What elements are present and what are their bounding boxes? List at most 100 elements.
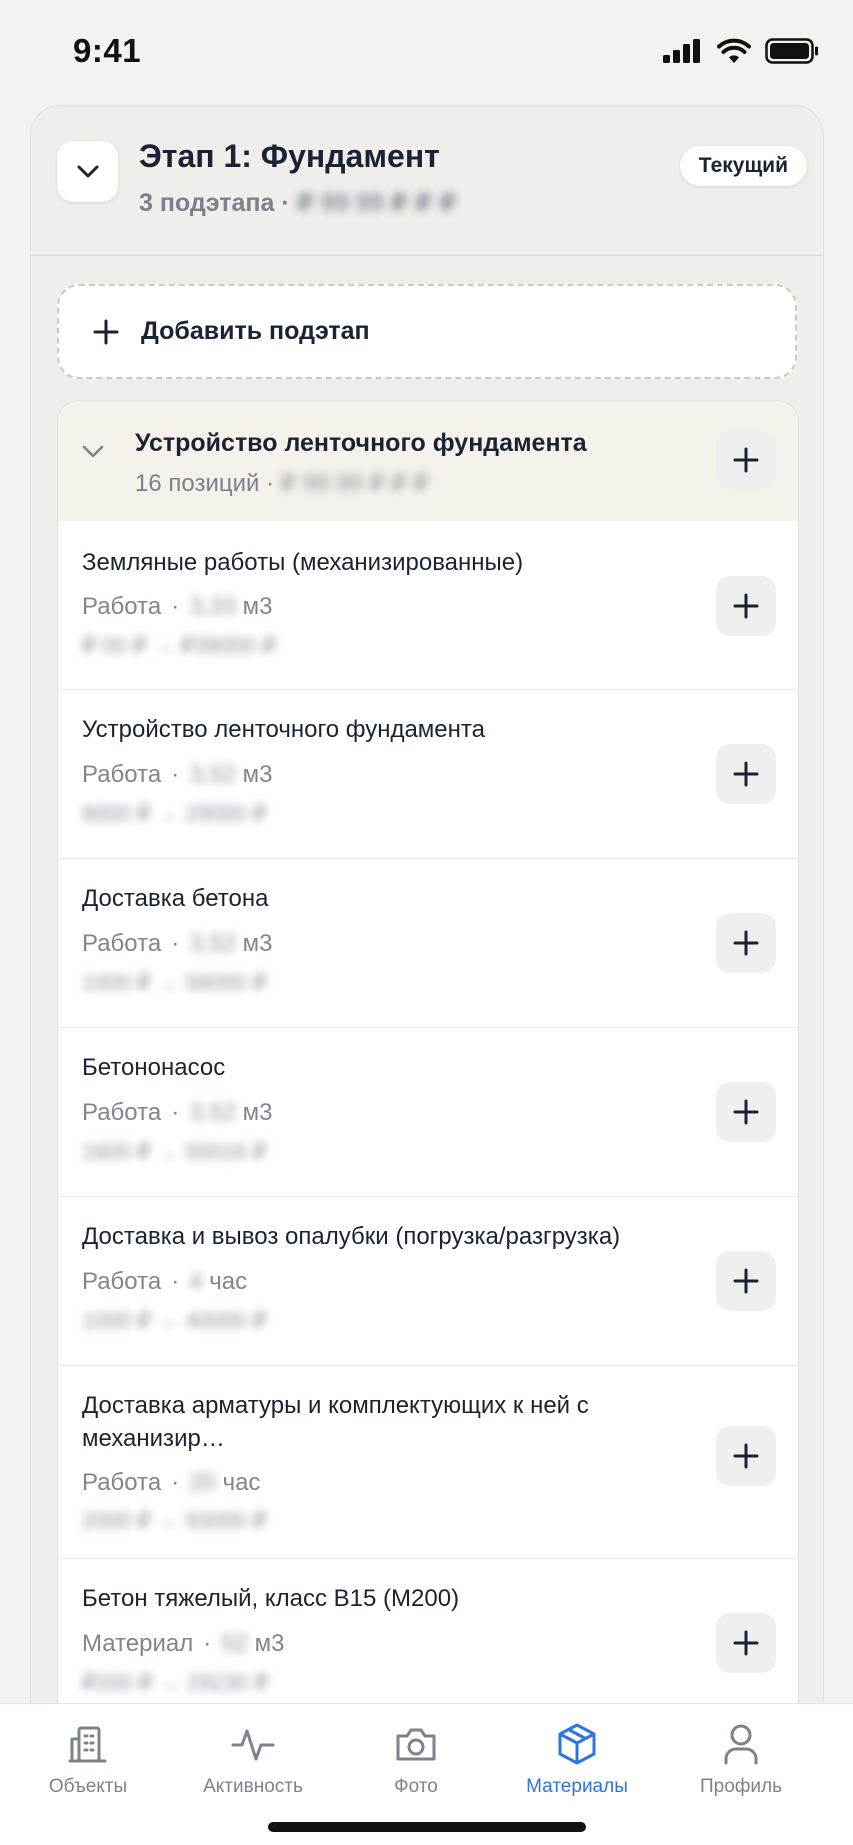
item-price: ₽ 00 ₽ → ₽38000 ₽ — [82, 633, 277, 658]
user-icon — [724, 1724, 758, 1765]
stage-substage-count: 3 подэтапа · — [139, 189, 290, 217]
tab-profile[interactable]: Профиль — [666, 1722, 816, 1798]
item-add-button[interactable] — [716, 1082, 776, 1142]
stage-title: Этап 1: Фундамент — [139, 138, 440, 174]
plus-icon — [93, 319, 119, 345]
substage-item-count: 16 позиций · — [135, 470, 275, 497]
item-name: Доставка арматуры и комплектующих к ней … — [82, 1392, 589, 1452]
item-type: Работа — [82, 930, 162, 957]
item-add-button[interactable] — [716, 1251, 776, 1311]
cellular-signal-icon — [663, 39, 700, 63]
item-meta: Работа · 4 час — [82, 1268, 248, 1295]
status-icons — [663, 38, 819, 64]
item-qty: 3,52 — [189, 930, 236, 957]
box-icon — [558, 1723, 596, 1765]
item-meta: Работа · 3,52 м3 — [82, 930, 273, 957]
wifi-icon — [717, 38, 751, 63]
plus-icon — [733, 1443, 759, 1469]
item-add-button[interactable] — [716, 576, 776, 636]
plus-icon — [733, 1099, 759, 1125]
item-price: 2000 ₽ → 93000 ₽ — [82, 1508, 267, 1533]
item-meta: Работа · 3,52 м3 — [82, 1099, 273, 1126]
item-unit: м3 — [254, 1630, 285, 1657]
item-add-button[interactable] — [716, 1613, 776, 1673]
plus-icon — [733, 761, 759, 787]
item-type: Работа — [82, 1099, 162, 1126]
item-name: Земляные работы (механизированные) — [82, 549, 524, 576]
item-add-button[interactable] — [716, 744, 776, 804]
item-name: Доставка бетона — [82, 885, 269, 912]
tab-materials[interactable]: Материалы — [502, 1722, 652, 1798]
list-item[interactable]: Доставка арматуры и комплектующих к ней … — [58, 1366, 798, 1559]
plus-icon — [733, 1630, 759, 1656]
list-item[interactable]: Земляные работы (механизированные) Работ… — [58, 521, 798, 690]
tab-label: Материалы — [526, 1776, 628, 1797]
stage-card: Этап 1: Фундамент 3 подэтапа · ₽ 99 99 ₽… — [30, 105, 824, 1827]
tab-label: Объекты — [48, 1776, 128, 1797]
list-item[interactable]: Бетононасос Работа · 3,52 м3 1600 ₽ → 5001… — [58, 1028, 798, 1197]
substage-add-item-button[interactable] — [716, 430, 776, 490]
tab-photo[interactable]: Фото — [341, 1722, 491, 1798]
status-bar: 9:41 — [0, 0, 853, 104]
item-qty: 3,52 — [189, 761, 236, 788]
add-substage-button[interactable]: Добавить подэтап — [57, 284, 797, 379]
item-unit: час — [222, 1469, 261, 1496]
item-add-button[interactable] — [716, 913, 776, 973]
item-unit: м3 — [242, 930, 273, 957]
item-meta: Работа · 3,52 м3 — [82, 761, 273, 788]
tab-label: Фото — [394, 1776, 438, 1797]
substage-total-blurred: ₽ 99 99 ₽ ₽ ₽ — [280, 470, 429, 497]
item-price: 1000 ₽ → 58000 ₽ — [82, 970, 267, 995]
item-type: Материал — [82, 1630, 194, 1657]
add-substage-label: Добавить подэтап — [141, 317, 370, 345]
tab-label: Активность — [203, 1776, 303, 1797]
list-item[interactable]: Устройство ленточного фундамента Работа ·… — [58, 690, 798, 859]
buildings-icon — [68, 1726, 107, 1763]
item-meta: Работа · 3,33 м3 — [82, 593, 273, 620]
item-qty: 3,33 — [189, 593, 236, 620]
stage-collapse-button[interactable] — [57, 141, 118, 202]
item-price: 1000 ₽ → 40000 ₽ — [82, 1308, 267, 1333]
item-meta: Работа · 20 час — [82, 1469, 261, 1496]
home-indicator — [268, 1822, 586, 1832]
item-unit: час — [209, 1268, 248, 1295]
item-name: Бетононасос — [82, 1054, 226, 1081]
list-item[interactable]: Доставка и вывоз опалубки (погрузка/разг… — [58, 1197, 798, 1366]
item-add-button[interactable] — [716, 1426, 776, 1486]
item-unit: м3 — [242, 593, 273, 620]
tab-activity[interactable]: Активность — [178, 1722, 328, 1798]
activity-icon — [231, 1729, 275, 1761]
tab-label: Профиль — [699, 1776, 783, 1797]
item-qty: 20 — [189, 1469, 216, 1496]
item-qty: 52 — [221, 1630, 248, 1657]
item-qty: 4 — [189, 1268, 203, 1295]
item-type: Работа — [82, 593, 162, 620]
plus-icon — [733, 1268, 759, 1294]
item-type: Работа — [82, 761, 162, 788]
substage-header[interactable]: Устройство ленточного фундамента 16 пози… — [58, 401, 798, 522]
stage-total-blurred: ₽ 99 99 ₽ ₽ ₽ — [296, 189, 457, 217]
plus-icon — [733, 447, 759, 473]
substage-title: Устройство ленточного фундамента — [135, 429, 587, 457]
battery-icon — [765, 38, 818, 64]
substage-card: Устройство ленточного фундамента 16 пози… — [57, 400, 799, 1826]
item-type: Работа — [82, 1469, 162, 1496]
stage-header[interactable]: Этап 1: Фундамент 3 подэтапа · ₽ 99 99 ₽… — [31, 106, 823, 256]
item-type: Работа — [82, 1268, 162, 1295]
tab-objects[interactable]: Объекты — [13, 1722, 163, 1798]
chevron-down-icon — [77, 165, 98, 177]
camera-icon — [396, 1728, 436, 1761]
item-price: 1600 ₽ → 50016 ₽ — [82, 1139, 267, 1164]
chevron-down-icon[interactable] — [82, 445, 104, 464]
status-time: 9:41 — [73, 32, 142, 69]
plus-icon — [733, 930, 759, 956]
status-badge: Текущий — [679, 146, 807, 186]
item-price: ₽200 ₽ → 29230 ₽ — [82, 1670, 269, 1695]
item-name: Устройство ленточного фундамента — [82, 716, 485, 743]
stage-subtitle: 3 подэтапа · ₽ 99 99 ₽ ₽ ₽ — [139, 188, 457, 218]
item-name: Доставка и вывоз опалубки (погрузка/разг… — [82, 1223, 621, 1250]
item-name: Бетон тяжелый, класс В15 (М200) — [82, 1585, 460, 1612]
list-item[interactable]: Доставка бетона Работа · 3,52 м3 1000 ₽ → … — [58, 859, 798, 1028]
plus-icon — [733, 593, 759, 619]
item-qty: 3,52 — [189, 1099, 236, 1126]
